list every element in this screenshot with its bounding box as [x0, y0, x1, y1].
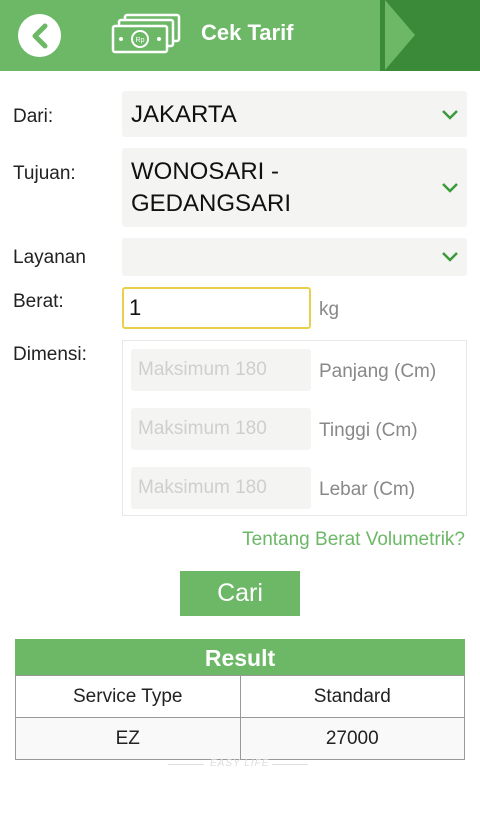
weight-unit: kg	[319, 299, 340, 320]
app-header: Rp Cek Tarif	[0, 0, 480, 71]
money-icon: Rp	[111, 13, 181, 54]
table-header-row: Service Type Standard	[15, 675, 465, 718]
service-select[interactable]	[122, 238, 467, 276]
result-grid: Service Type Standard EZ 27000	[15, 675, 465, 760]
dimension-label: Dimensi:	[13, 344, 87, 365]
height-input[interactable]	[131, 408, 311, 450]
header-service-type: Service Type	[15, 675, 241, 718]
from-select[interactable]: JAKARTA	[122, 91, 467, 137]
cell-service-type: EZ	[15, 717, 241, 760]
page-title: Cek Tarif	[201, 20, 294, 45]
watermark-text: EASY LIFE	[210, 758, 270, 769]
length-input[interactable]	[131, 349, 311, 391]
from-value: JAKARTA	[131, 101, 237, 128]
dimension-group: Panjang (Cm) Tinggi (Cm) Lebar (Cm)	[122, 340, 467, 516]
footer-watermark: EASY LIFE	[168, 758, 308, 770]
chevron-down-icon	[442, 110, 458, 120]
footer-line-right	[272, 764, 308, 765]
result-title: Result	[15, 639, 465, 675]
header-arrow	[385, 0, 415, 70]
cell-standard: 27000	[239, 717, 465, 760]
width-label: Lebar (Cm)	[319, 479, 416, 500]
table-row: EZ 27000	[15, 717, 465, 760]
search-button[interactable]: Cari	[180, 571, 300, 616]
svg-text:Rp: Rp	[136, 37, 145, 44]
to-label: Tujuan:	[13, 163, 76, 184]
to-value-line1: WONOSARI -	[131, 158, 279, 185]
volumetric-info-link[interactable]: Tentang Berat Volumetrik?	[242, 529, 465, 551]
to-select[interactable]: WONOSARI - GEDANGSARI	[122, 148, 467, 227]
weight-input[interactable]	[122, 287, 311, 329]
footer-line-left	[168, 764, 204, 765]
from-label: Dari:	[13, 106, 54, 127]
length-label: Panjang (Cm)	[319, 361, 437, 382]
back-button[interactable]	[18, 14, 61, 57]
to-value-line2: GEDANGSARI	[131, 190, 292, 217]
weight-label: Berat:	[13, 291, 64, 312]
service-label: Layanan	[13, 247, 86, 268]
result-table: Result Service Type Standard EZ 27000	[15, 639, 465, 760]
chevron-left-icon	[32, 23, 47, 48]
chevron-down-icon	[442, 252, 458, 262]
chevron-down-icon	[442, 183, 458, 193]
width-input[interactable]	[131, 467, 311, 509]
header-standard: Standard	[239, 675, 465, 718]
height-label: Tinggi (Cm)	[319, 420, 418, 441]
